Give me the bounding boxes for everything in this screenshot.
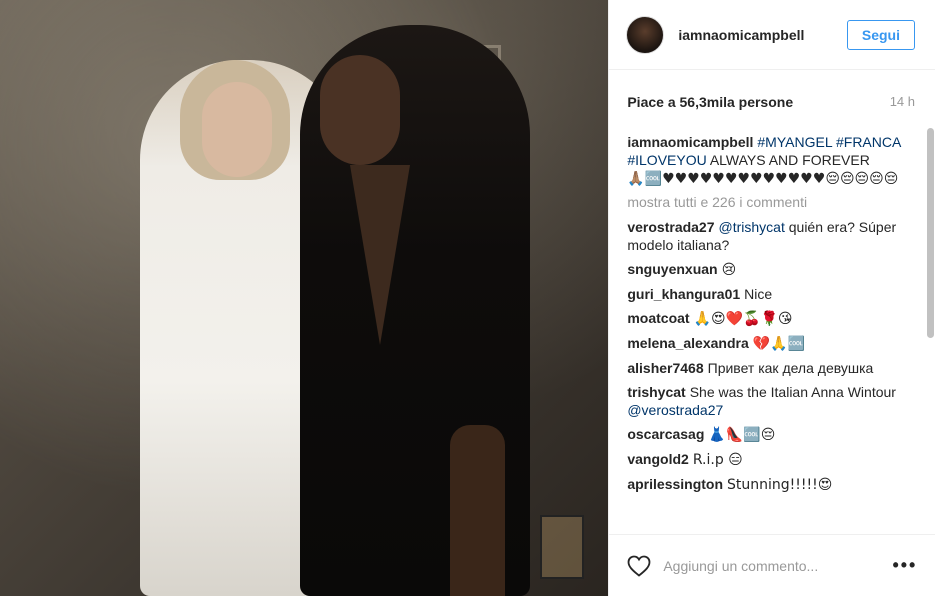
photo-neckline — [350, 165, 410, 345]
header-username[interactable]: iamnaomicampbell — [678, 27, 847, 43]
comment-text: Nice — [744, 286, 773, 302]
scrollbar-thumb[interactable] — [927, 128, 934, 338]
photo-leg — [450, 425, 505, 596]
comments-scrollbar[interactable] — [926, 128, 934, 528]
post-header: iamnaomicampbell Segui — [609, 0, 935, 70]
post-time[interactable]: 14 h — [890, 94, 915, 109]
comments-list[interactable]: iamnaomicampbell #MYANGEL #FRANCA #ILOVEY… — [609, 133, 935, 530]
comment-text: R.i.p 😑 — [692, 452, 743, 468]
add-comment-input[interactable]: Aggiungi un commento... — [663, 558, 892, 574]
comment-item: guri_khangura01 Nice — [627, 285, 915, 303]
comment-text: Привет как дела девушка — [707, 360, 874, 376]
comment-item: alisher7468 Привет как дела девушка — [627, 359, 915, 377]
comment-username[interactable]: alisher7468 — [627, 360, 703, 376]
view-all-comments-link[interactable]: mostra tutti e 226 i commenti — [627, 194, 915, 210]
comment-username[interactable]: moatcoat — [627, 310, 689, 326]
comment-mention[interactable]: @trishycat — [719, 219, 785, 235]
likes-row: Piace a 56,3mila persone 14 h — [609, 70, 935, 133]
comment-text: 🙏😍❤️🍒🌹😘 — [693, 311, 793, 327]
comment-bar: Aggiungi un commento... ••• — [609, 534, 935, 596]
post-photo[interactable] — [0, 0, 609, 596]
comment-username[interactable]: oscarcasag — [627, 426, 704, 442]
comment-username[interactable]: snguyenxuan — [627, 261, 717, 277]
comment-text: She was the Italian Anna Wintour — [689, 384, 896, 400]
heart-icon[interactable] — [627, 555, 651, 577]
photo-person-right — [300, 25, 530, 596]
caption-username[interactable]: iamnaomicampbell — [627, 134, 753, 150]
caption: iamnaomicampbell #MYANGEL #FRANCA #ILOVEY… — [627, 133, 915, 188]
comment-username[interactable]: verostrada27 — [627, 219, 714, 235]
photo-face — [320, 55, 400, 165]
caption-emoji: 🙏🏽🆒♥♥♥♥♥♥♥♥♥♥♥♥♥😔😔😔😔😔 — [627, 171, 899, 187]
comment-item: moatcoat 🙏😍❤️🍒🌹😘 — [627, 309, 915, 328]
comment-username[interactable]: melena_alexandra — [627, 335, 748, 351]
caption-text: ALWAYS AND FOREVER — [709, 152, 870, 168]
photo-lantern — [540, 515, 584, 579]
comment-item: verostrada27 @trishycat quién era? Súper … — [627, 218, 915, 254]
comment-username[interactable]: aprilessington — [627, 476, 723, 492]
comment-item: melena_alexandra 💔🙏🆒 — [627, 334, 915, 353]
comment-item: vangold2 R.i.p 😑 — [627, 450, 915, 469]
comment-text: 😢 — [721, 262, 737, 278]
avatar[interactable] — [626, 15, 665, 54]
comment-text: 💔🙏🆒 — [752, 336, 806, 352]
caption-hashtag[interactable]: #MYANGEL — [757, 134, 832, 150]
photo-face — [202, 82, 272, 177]
post-modal: iamnaomicampbell Segui Piace a 56,3mila … — [0, 0, 935, 596]
comment-username[interactable]: guri_khangura01 — [627, 286, 740, 302]
comment-item: aprilessington Stunning!!!!!😍 — [627, 475, 915, 494]
comment-item: trishycat She was the Italian Anna Wintou… — [627, 383, 915, 419]
comment-username[interactable]: vangold2 — [627, 451, 688, 467]
comment-text: 👗👠🆒😔 — [708, 427, 776, 443]
comment-text: Stunning!!!!!😍 — [727, 477, 833, 493]
comment-username[interactable]: trishycat — [627, 384, 685, 400]
ellipsis-icon[interactable]: ••• — [892, 555, 917, 576]
likes-count[interactable]: Piace a 56,3mila persone — [627, 94, 793, 110]
follow-button[interactable]: Segui — [846, 19, 915, 50]
post-sidebar: iamnaomicampbell Segui Piace a 56,3mila … — [608, 0, 935, 596]
comment-mention[interactable]: @verostrada27 — [627, 402, 723, 418]
comment-item: snguyenxuan 😢 — [627, 260, 915, 279]
comment-item: oscarcasag 👗👠🆒😔 — [627, 425, 915, 444]
